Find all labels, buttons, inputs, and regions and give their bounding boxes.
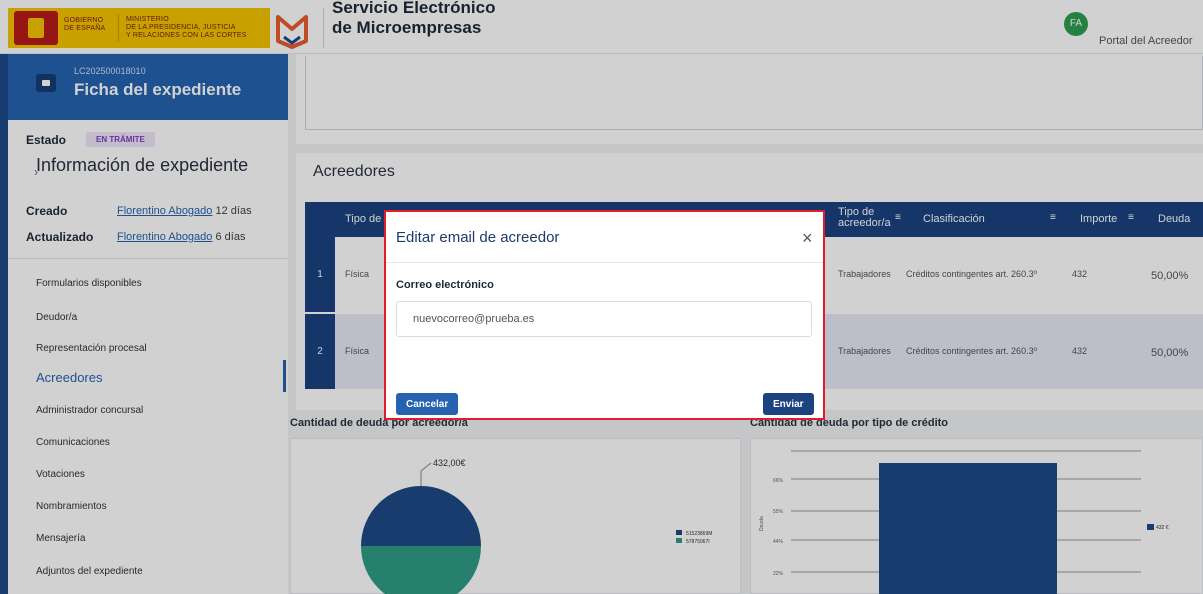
send-button[interactable]: Enviar bbox=[763, 393, 814, 415]
dialog-divider bbox=[386, 262, 823, 263]
email-field-label: Correo electrónico bbox=[396, 279, 494, 291]
cancel-button[interactable]: Cancelar bbox=[396, 393, 459, 415]
close-icon[interactable]: × bbox=[802, 228, 813, 249]
email-field[interactable] bbox=[396, 301, 812, 337]
dialog-title: Editar email de acreedor bbox=[396, 229, 560, 246]
edit-email-dialog: Editar email de acreedor × Correo electr… bbox=[384, 210, 825, 420]
